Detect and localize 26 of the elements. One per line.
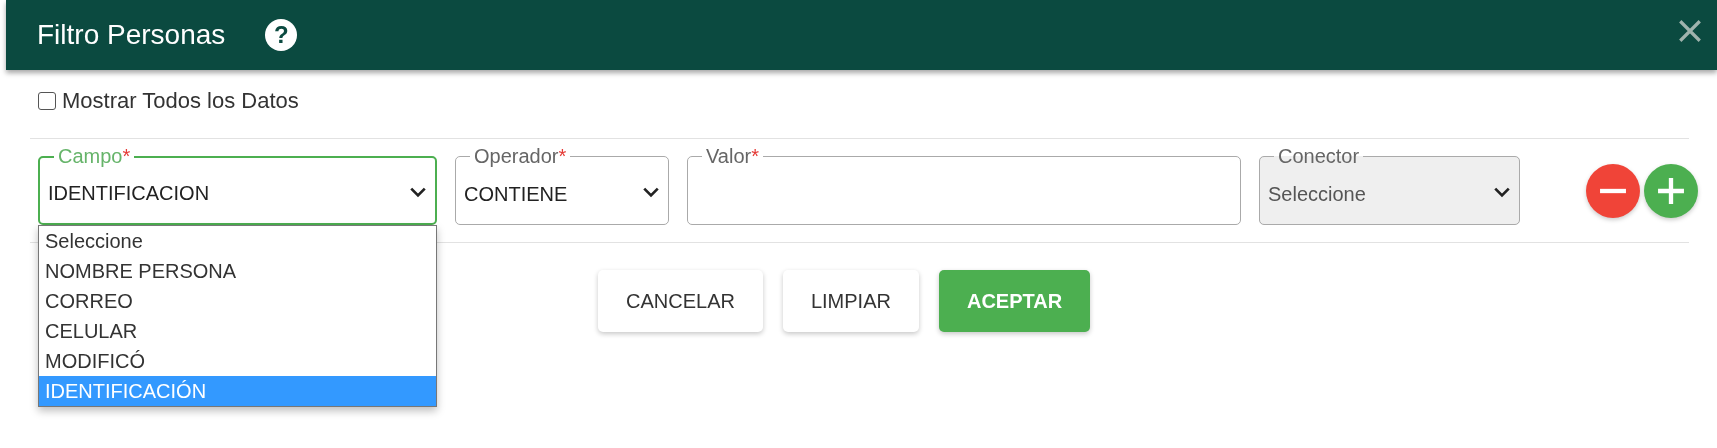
add-icon[interactable]: [1644, 164, 1698, 218]
action-button[interactable]: LIMPIAR: [782, 270, 919, 332]
checkbox-label: Mostrar Todos los Datos: [62, 88, 299, 114]
input-field[interactable]: Valor*: [687, 145, 1241, 225]
dropdown-option[interactable]: MODIFICÓ: [39, 346, 436, 376]
select-value: Seleccione: [1268, 182, 1366, 206]
field-label: Operador*: [473, 145, 568, 168]
dropdown-option[interactable]: Seleccione: [39, 226, 436, 256]
remove-icon[interactable]: [1586, 164, 1640, 218]
caret-icon: [642, 186, 660, 198]
select-value: IDENTIFICACION: [48, 182, 210, 205]
action-button[interactable]: CANCELAR: [598, 270, 763, 332]
dropdown-option[interactable]: CORREO: [39, 286, 436, 316]
dropdown-option[interactable]: CELULAR: [39, 316, 436, 346]
field-label: Conector: [1277, 145, 1361, 168]
select-field[interactable]: Operador* CONTIENE: [455, 145, 669, 225]
close-icon[interactable]: [1677, 18, 1703, 44]
field-label: Campo*: [57, 145, 132, 168]
select-value: CONTIENE: [464, 182, 568, 206]
dropdown-option[interactable]: NOMBRE PERSONA: [39, 256, 436, 286]
dialog-title: Filtro Personas: [37, 19, 226, 51]
checkbox[interactable]: [38, 92, 56, 110]
caret-icon: [409, 185, 427, 198]
help-icon[interactable]: ?: [265, 19, 298, 51]
field-label: Valor*: [705, 145, 760, 168]
caret-icon: [1493, 186, 1511, 198]
